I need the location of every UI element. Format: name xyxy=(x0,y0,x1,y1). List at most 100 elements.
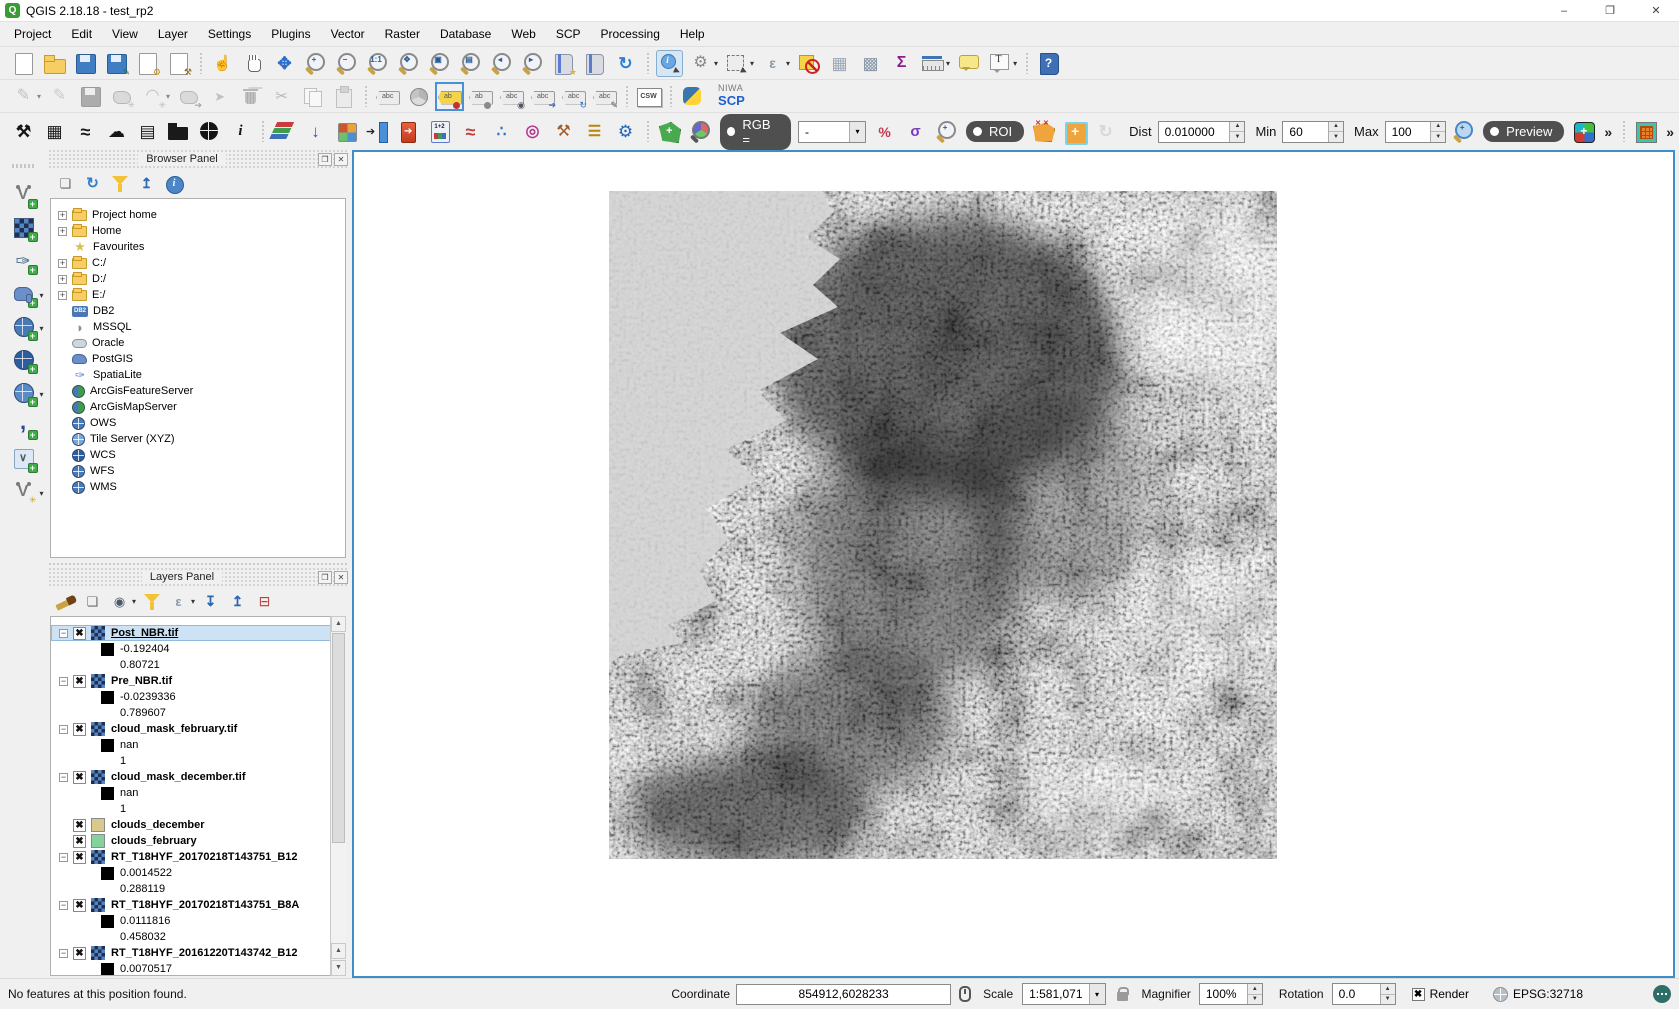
menu-item[interactable]: Plugins xyxy=(261,24,320,44)
scp-classification-grid-button[interactable] xyxy=(1632,118,1659,145)
measure-button[interactable]: ▾ xyxy=(919,50,951,77)
layer-checkbox[interactable]: ✖ xyxy=(73,947,86,960)
new-temporary-layer-button[interactable]: V ✳ ▾ xyxy=(10,478,37,505)
paste-features-button[interactable] xyxy=(330,83,357,110)
map-tips-button[interactable] xyxy=(955,50,982,77)
layer-row[interactable]: − ✖ clouds_december xyxy=(51,817,345,833)
open-project-button[interactable] xyxy=(41,50,68,77)
scp-classification-button[interactable] xyxy=(271,118,298,145)
dropdown-caret-icon[interactable]: ▾ xyxy=(39,390,43,399)
separator[interactable] xyxy=(361,83,370,110)
browser-item[interactable]: + PostGIS xyxy=(51,351,345,367)
add-raster-layer-button[interactable]: + xyxy=(10,214,37,241)
toolbar-expand-button[interactable]: » xyxy=(1666,124,1674,140)
spin-down-icon[interactable]: ▼ xyxy=(1431,132,1445,142)
panel-close-button[interactable]: ✕ xyxy=(334,571,348,584)
move-label-button[interactable]: abc ➔ xyxy=(529,83,556,110)
dropdown-caret-icon[interactable]: ▾ xyxy=(39,489,43,498)
pan-map-button[interactable] xyxy=(240,50,267,77)
identify-features-button[interactable]: i xyxy=(656,50,683,77)
layer-checkbox[interactable]: ✖ xyxy=(73,771,86,784)
scp-min-spinbox[interactable]: 60 ▲▼ xyxy=(1282,121,1344,143)
scroll-up-icon[interactable]: ▲ xyxy=(331,943,346,959)
scp-create-roi-polygon-button[interactable] xyxy=(656,118,683,145)
layer-row[interactable]: 0.789607 xyxy=(51,705,345,721)
layer-row[interactable]: 0.80721 xyxy=(51,657,345,673)
run-feature-action-button[interactable]: ⚙ ▾ xyxy=(687,50,719,77)
magnifier-spinbox[interactable]: 100% ▲▼ xyxy=(1199,983,1263,1005)
dropdown-caret-icon[interactable]: ▾ xyxy=(714,59,718,68)
add-circular-string-button[interactable]: ◠ ✳ ▾ xyxy=(139,83,171,110)
toggle-editing-button[interactable]: ✎ xyxy=(46,83,73,110)
layer-checkbox[interactable]: ✖ xyxy=(73,819,86,832)
scp-open-folder-button[interactable] xyxy=(165,118,192,145)
spin-buttons[interactable]: ▲▼ xyxy=(1430,122,1445,142)
scp-signature-percent-button[interactable]: % xyxy=(871,118,898,145)
browser-item[interactable]: + OWS xyxy=(51,415,345,431)
layer-checkbox[interactable]: ✖ xyxy=(73,851,86,864)
scale-combo[interactable]: 1:581,071 ▾ xyxy=(1022,983,1105,1005)
scp-export-button[interactable] xyxy=(395,118,422,145)
layer-row[interactable]: − ✖ RT_T18HYF_20170218T143751_B12 xyxy=(51,849,345,865)
scp-rgb-combo[interactable]: - ▾ xyxy=(798,121,866,143)
maximize-button[interactable]: ❐ xyxy=(1587,0,1633,21)
scroll-up-icon[interactable]: ▲ xyxy=(331,616,346,632)
tree-expander-icon[interactable]: + xyxy=(58,211,67,220)
rotation-spinbox[interactable]: 0.0 ▲▼ xyxy=(1332,983,1396,1005)
rotate-label-button[interactable]: abc ↻ xyxy=(560,83,587,110)
scp-import-button[interactable] xyxy=(364,118,391,145)
tree-expander-icon[interactable]: − xyxy=(59,629,68,638)
layer-row[interactable]: 0.458032 xyxy=(51,929,345,945)
scp-dist-spinbox[interactable]: 0.010000 ▲▼ xyxy=(1158,121,1246,143)
menu-item[interactable]: Settings xyxy=(198,24,261,44)
browser-filter-button[interactable] xyxy=(107,170,132,197)
tree-expander-icon[interactable]: + xyxy=(58,227,67,236)
delete-selected-button[interactable] xyxy=(237,83,264,110)
menu-item[interactable]: Web xyxy=(501,24,545,44)
browser-item[interactable]: + WCS xyxy=(51,447,345,463)
spin-up-icon[interactable]: ▲ xyxy=(1329,122,1343,133)
scp-download-images-button[interactable]: ↓ xyxy=(302,118,329,145)
map-canvas[interactable] xyxy=(352,150,1675,978)
filter-legend-button[interactable] xyxy=(139,588,164,615)
dropdown-caret-icon[interactable]: ▾ xyxy=(750,59,754,68)
separator[interactable] xyxy=(1022,50,1031,77)
add-vector-layer-button[interactable]: V + xyxy=(10,181,37,208)
browser-refresh-button[interactable]: ↻ xyxy=(80,170,105,197)
pan-to-selection-button[interactable]: ✥ xyxy=(271,50,298,77)
layer-styling-button[interactable] xyxy=(53,588,78,615)
panel-float-button[interactable]: ❐ xyxy=(318,571,332,584)
tree-expander-icon[interactable]: − xyxy=(59,853,68,862)
browser-collapse-all-button[interactable]: ↥ xyxy=(134,170,159,197)
add-feature-button[interactable]: ✳ xyxy=(108,83,135,110)
label-settings-button[interactable]: abc xyxy=(374,83,401,110)
select-features-button[interactable]: ▾ xyxy=(723,50,755,77)
layer-checkbox[interactable]: ✖ xyxy=(73,723,86,736)
tree-expander-icon[interactable]: − xyxy=(59,725,68,734)
lock-scale-icon[interactable] xyxy=(1117,992,1128,1001)
open-attribute-table-button[interactable]: ▦ xyxy=(826,50,853,77)
layer-row[interactable]: nan xyxy=(51,785,345,801)
menu-item[interactable]: View xyxy=(102,24,148,44)
panel-splitter[interactable] xyxy=(48,561,348,567)
move-feature-button[interactable]: ➔ xyxy=(175,83,202,110)
browser-item[interactable]: + C:/ xyxy=(51,255,345,271)
separator[interactable] xyxy=(196,50,205,77)
panel-float-button[interactable]: ❐ xyxy=(318,153,332,166)
text-annotation-button[interactable]: T ▾ xyxy=(986,50,1018,77)
composer-manager-button[interactable]: ⚒ xyxy=(165,50,192,77)
tree-expander-icon[interactable]: + xyxy=(58,259,67,268)
zoom-to-selection-button[interactable]: ▣ xyxy=(426,50,453,77)
dropdown-caret-icon[interactable]: ▾ xyxy=(166,92,170,101)
spin-down-icon[interactable]: ▼ xyxy=(1230,132,1244,142)
dropdown-caret-icon[interactable]: ▾ xyxy=(37,92,41,101)
show-bookmarks-button[interactable] xyxy=(581,50,608,77)
browser-item[interactable]: + D:/ xyxy=(51,271,345,287)
add-delimited-text-button[interactable]: , + xyxy=(10,412,37,439)
statistical-summary-button[interactable]: Σ xyxy=(888,50,915,77)
metasearch-csw-button[interactable]: CSW xyxy=(635,83,662,110)
layer-row[interactable]: − ✖ Pre_NBR.tif xyxy=(51,673,345,689)
save-project-as-button[interactable]: ✎ xyxy=(103,50,130,77)
layer-checkbox[interactable]: ✖ xyxy=(73,835,86,848)
touch-zoom-pan-button[interactable]: ☝ xyxy=(209,50,236,77)
